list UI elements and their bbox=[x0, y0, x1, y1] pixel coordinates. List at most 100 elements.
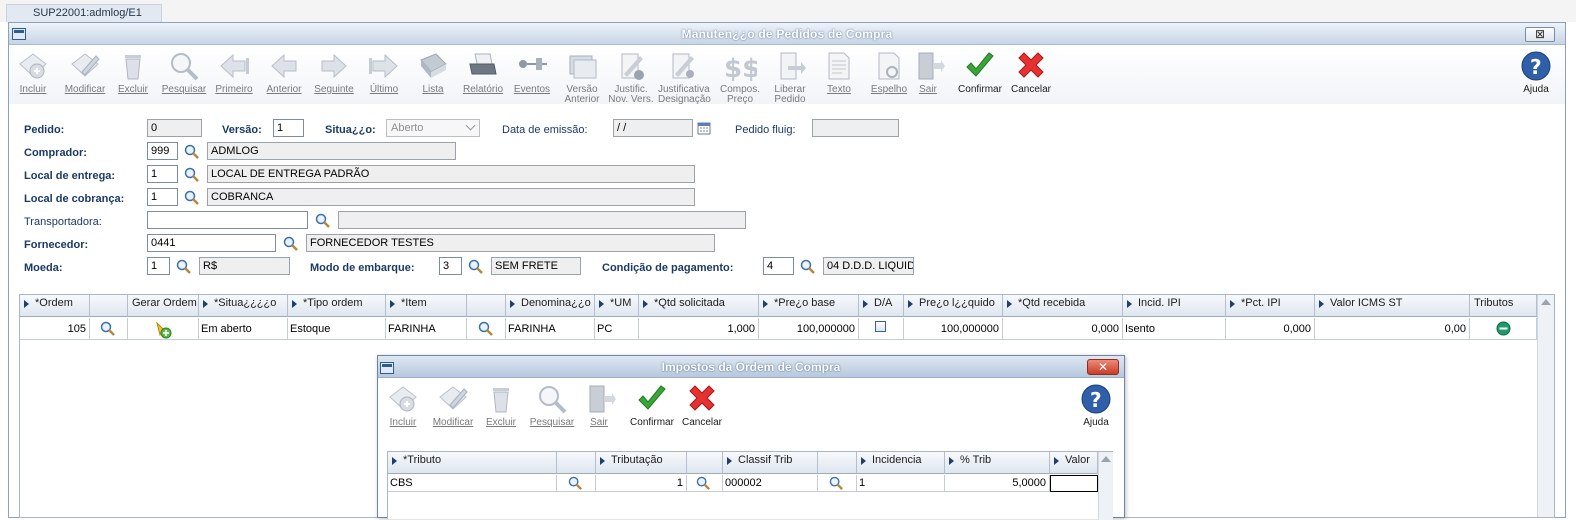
ajuda-button[interactable]: ? Ajuda bbox=[1512, 50, 1560, 95]
data-emissao-field[interactable]: / / bbox=[613, 119, 693, 137]
search-icon[interactable] bbox=[696, 476, 711, 491]
cancelar-button[interactable]: Cancelar bbox=[1007, 50, 1055, 95]
cell-tributo-search[interactable] bbox=[557, 475, 596, 492]
dialog-sair-button[interactable]: Sair bbox=[575, 383, 623, 428]
modo-embarque-search-icon[interactable] bbox=[468, 259, 484, 275]
dialog-ajuda-button[interactable]: ? Ajuda bbox=[1072, 383, 1120, 428]
col-header-tipo-ordem[interactable]: *Tipo ordem bbox=[288, 295, 386, 317]
cell-incid-ipi[interactable]: Isento bbox=[1123, 318, 1226, 340]
dialog-excluir-button[interactable]: Excluir bbox=[477, 383, 525, 428]
col-header-preco-base[interactable]: *Pre¿o base bbox=[759, 295, 859, 317]
scroll-up-icon[interactable] bbox=[1541, 299, 1551, 305]
col-header-preco-liquido[interactable]: Pre¿o l¿¿quido bbox=[904, 295, 1003, 317]
transportadora-code-field[interactable] bbox=[147, 211, 308, 229]
cell-classif-search[interactable] bbox=[818, 475, 857, 492]
local-cobranca-search-icon[interactable] bbox=[184, 190, 200, 206]
local-entrega-code-field[interactable]: 1 bbox=[147, 165, 178, 183]
modificar-button[interactable]: Modificar bbox=[61, 50, 109, 95]
col-header-tributos[interactable]: Tributos bbox=[1470, 295, 1537, 317]
cell-qtd-recebida[interactable]: 0,000 bbox=[1003, 318, 1123, 340]
cell-gerar-ordem[interactable] bbox=[128, 318, 199, 340]
col-header-situacao[interactable]: *Situa¿¿¿¿o bbox=[199, 295, 288, 317]
dialog-confirmar-button[interactable]: Confirmar bbox=[628, 383, 676, 428]
cell-tributacao-search[interactable] bbox=[687, 475, 723, 492]
seguinte-button[interactable]: Seguinte bbox=[310, 50, 358, 95]
cell-valor-editing[interactable] bbox=[1050, 475, 1098, 492]
pesquisar-button[interactable]: Pesquisar bbox=[160, 50, 208, 95]
comprador-search-icon[interactable] bbox=[184, 144, 200, 160]
fornecedor-code-field[interactable]: 0441 bbox=[147, 234, 276, 252]
cell-tributo[interactable]: CBS bbox=[388, 475, 557, 492]
lista-button[interactable]: Lista bbox=[409, 50, 457, 95]
window-close-button[interactable]: ⊠ bbox=[1525, 27, 1555, 42]
anterior-button[interactable]: Anterior bbox=[260, 50, 308, 95]
col-header-pct-trib[interactable]: % Trib bbox=[945, 452, 1050, 474]
condicao-pagamento-search-icon[interactable] bbox=[800, 259, 816, 275]
incluir-button[interactable]: Incluir bbox=[9, 50, 57, 95]
ultimo-button[interactable]: Último bbox=[360, 50, 408, 95]
tributos-grid-vertical-scrollbar[interactable] bbox=[1098, 452, 1113, 520]
col-header-pct-ipi[interactable]: *Pct. IPI bbox=[1226, 295, 1315, 317]
calendar-icon[interactable] bbox=[697, 121, 711, 135]
texto-button[interactable]: Texto bbox=[815, 50, 863, 95]
transportadora-search-icon[interactable] bbox=[315, 213, 331, 229]
cell-item-search[interactable] bbox=[467, 318, 506, 340]
search-icon[interactable] bbox=[478, 321, 494, 337]
dialog-pesquisar-button[interactable]: Pesquisar bbox=[528, 383, 576, 428]
col-header-um[interactable]: *UM bbox=[595, 295, 639, 317]
col-header-tributo[interactable]: *Tributo bbox=[388, 452, 557, 474]
fornecedor-search-icon[interactable] bbox=[283, 236, 299, 252]
local-cobranca-code-field[interactable]: 1 bbox=[147, 188, 178, 206]
cell-situacao[interactable]: Em aberto bbox=[199, 318, 288, 340]
situacao-select[interactable]: Aberto bbox=[386, 119, 480, 137]
comprador-code-field[interactable]: 999 bbox=[147, 142, 178, 160]
confirmar-button[interactable]: Confirmar bbox=[956, 50, 1004, 95]
col-header-gerar-ordem[interactable]: Gerar Ordem bbox=[128, 295, 199, 317]
search-icon[interactable] bbox=[829, 476, 844, 491]
cell-ordem[interactable]: 105 bbox=[20, 318, 90, 340]
versao-field[interactable]: 1 bbox=[273, 119, 304, 137]
cell-classif-trib[interactable]: 000002 bbox=[723, 475, 818, 492]
col-header-qtd-recebida[interactable]: *Qtd recebida bbox=[1003, 295, 1123, 317]
condicao-pagamento-code-field[interactable]: 4 bbox=[763, 257, 794, 275]
search-icon[interactable] bbox=[568, 476, 583, 491]
col-header-valor[interactable]: Valor bbox=[1050, 452, 1098, 474]
compos-preco-button[interactable]: $$ Compos. Preço bbox=[716, 50, 764, 105]
cell-preco-liquido[interactable]: 100,000000 bbox=[904, 318, 1003, 340]
col-header-valor-icms-st[interactable]: Valor ICMS ST bbox=[1315, 295, 1470, 317]
grid-vertical-scrollbar[interactable] bbox=[1537, 295, 1554, 517]
pedido-fluig-field[interactable] bbox=[812, 119, 899, 137]
scroll-up-icon[interactable] bbox=[1101, 456, 1111, 462]
cell-ordem-search[interactable] bbox=[90, 318, 128, 340]
versao-anterior-button[interactable]: Versão Anterior bbox=[558, 50, 606, 105]
cell-incidencia[interactable]: 1 bbox=[857, 475, 945, 492]
dialog-cancelar-button[interactable]: Cancelar bbox=[678, 383, 726, 428]
col-header-item[interactable]: *Item bbox=[386, 295, 467, 317]
cell-pct-ipi[interactable]: 0,000 bbox=[1226, 318, 1315, 340]
col-header-denominacao[interactable]: Denomina¿¿o bbox=[506, 295, 595, 317]
moeda-search-icon[interactable] bbox=[176, 259, 192, 275]
cell-da[interactable] bbox=[859, 318, 904, 340]
liberar-pedido-button[interactable]: Liberar Pedido bbox=[766, 50, 814, 105]
dialog-modificar-button[interactable]: Modificar bbox=[429, 383, 477, 428]
justificativa-designacao-button[interactable]: Justificativa Designação bbox=[658, 50, 711, 105]
search-icon[interactable] bbox=[100, 321, 116, 337]
relatorio-button[interactable]: Relatório bbox=[459, 50, 507, 95]
col-header-ordem[interactable]: *Ordem bbox=[20, 295, 90, 317]
primeiro-button[interactable]: Primeiro bbox=[210, 50, 258, 95]
tributos-open-icon[interactable] bbox=[1496, 321, 1511, 336]
cell-denominacao[interactable]: FARINHA bbox=[506, 318, 595, 340]
dialog-close-button[interactable]: ✕ bbox=[1087, 359, 1119, 375]
eventos-button[interactable]: Eventos bbox=[508, 50, 556, 95]
col-header-tributacao[interactable]: Tributação bbox=[596, 452, 687, 474]
moeda-code-field[interactable]: 1 bbox=[147, 257, 170, 275]
generate-order-icon[interactable] bbox=[154, 321, 172, 339]
local-entrega-search-icon[interactable] bbox=[184, 167, 200, 183]
cell-um[interactable]: PC bbox=[595, 318, 639, 340]
col-header-incidencia[interactable]: Incidencia bbox=[857, 452, 945, 474]
da-checkbox[interactable] bbox=[875, 321, 886, 332]
justific-nov-vers-button[interactable]: Justific. Nov. Vers. bbox=[607, 50, 655, 105]
cell-pct-trib[interactable]: 5,0000 bbox=[945, 475, 1050, 492]
col-header-classif-trib[interactable]: Classif Trib bbox=[723, 452, 818, 474]
cell-tipo-ordem[interactable]: Estoque bbox=[288, 318, 386, 340]
